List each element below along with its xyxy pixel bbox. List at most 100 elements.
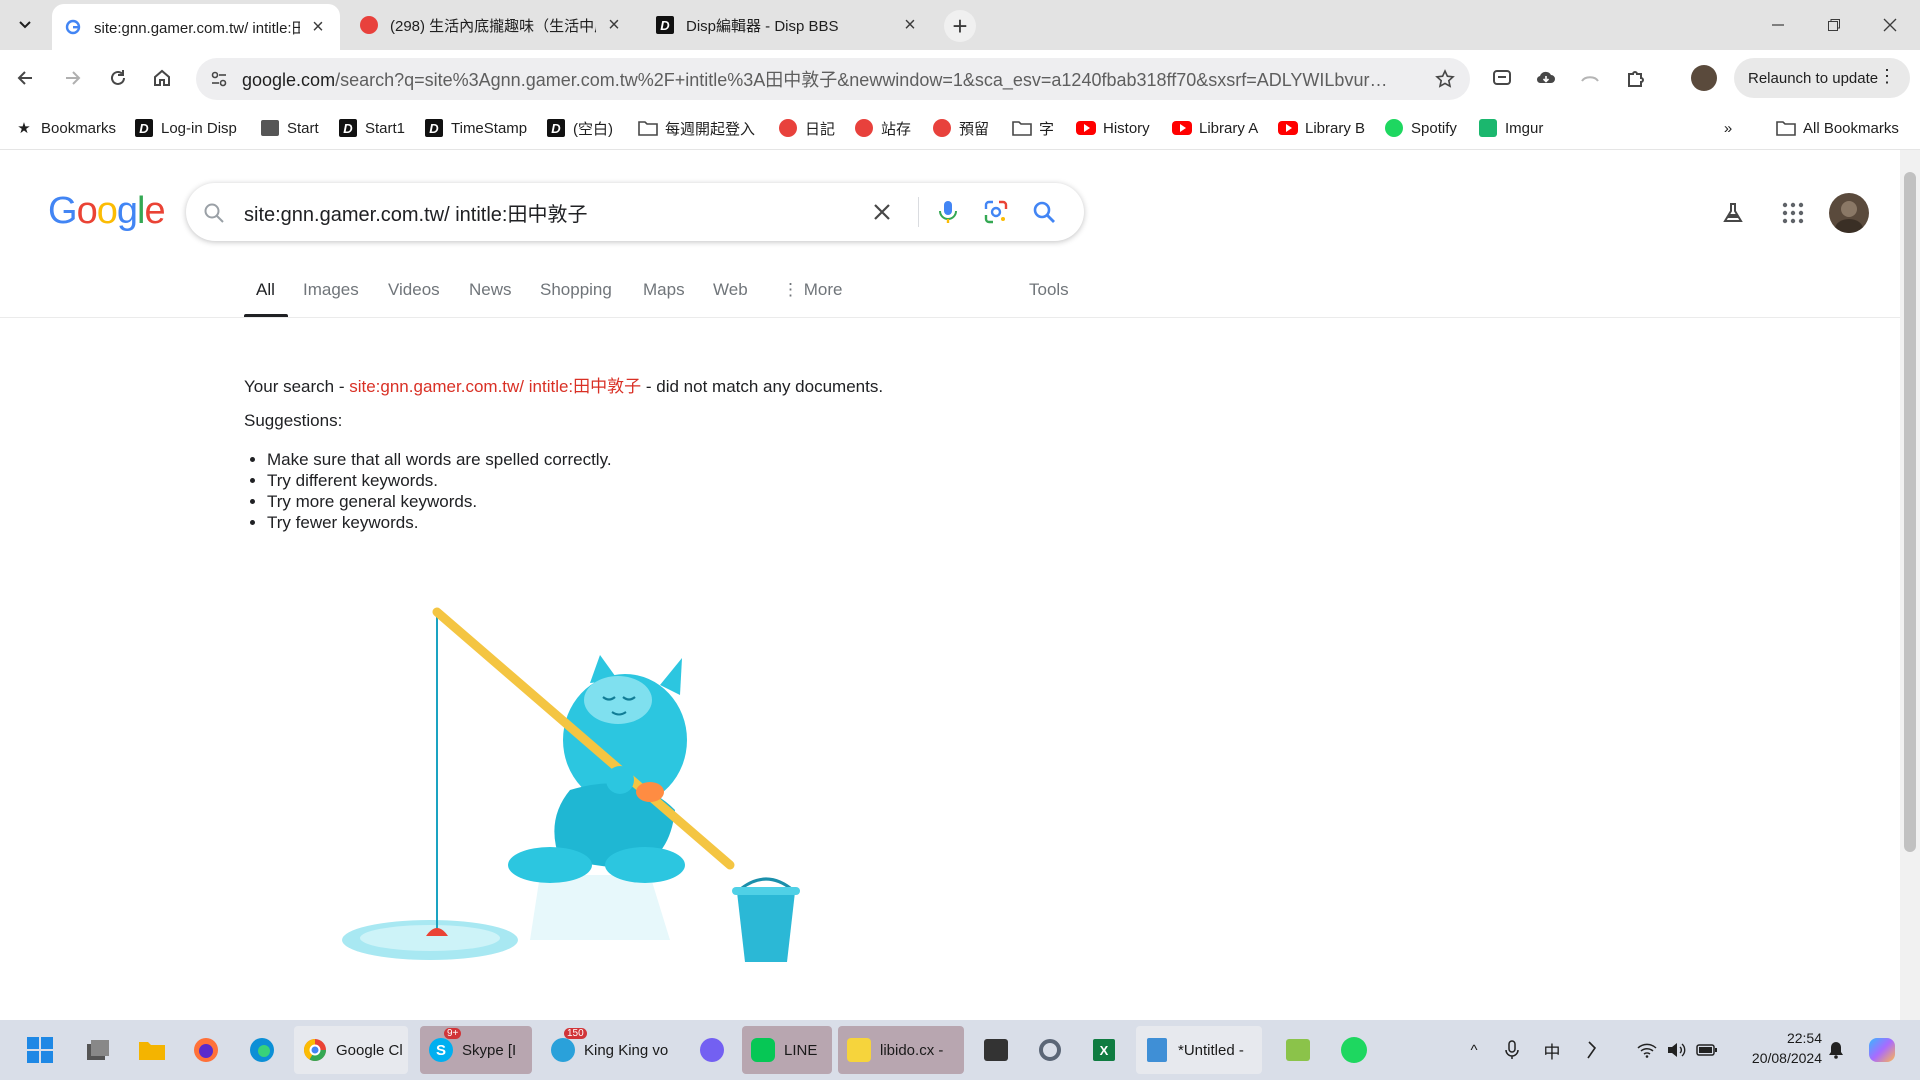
tab-images[interactable]: Images: [303, 280, 359, 300]
taskbar-image-app[interactable]: [1278, 1026, 1318, 1074]
volume-status[interactable]: [1664, 1026, 1690, 1074]
bookmark-item[interactable]: Spotify: [1384, 116, 1457, 140]
tab-shopping[interactable]: Shopping: [540, 280, 612, 300]
tab-all[interactable]: All: [256, 280, 275, 300]
minimize-button[interactable]: [1750, 0, 1806, 50]
bookmark-item[interactable]: Imgur: [1478, 116, 1543, 140]
taskbar-spotify[interactable]: [1334, 1026, 1374, 1074]
bookmark-folder[interactable]: 字: [1012, 116, 1054, 140]
address-bar[interactable]: google.com/search?q=site%3Agnn.gamer.com…: [196, 58, 1470, 100]
edge-button[interactable]: [242, 1026, 282, 1074]
extension-download-button[interactable]: [1530, 62, 1562, 94]
search-labs-button[interactable]: [1716, 196, 1750, 230]
tab-web[interactable]: Web: [713, 280, 748, 300]
taskbar-excel[interactable]: X: [1084, 1026, 1124, 1074]
taskbar-line[interactable]: LINE: [742, 1026, 832, 1074]
bookmark-item[interactable]: History: [1076, 116, 1150, 140]
clock-date: 20/08/2024: [1751, 1050, 1822, 1066]
bookmark-item[interactable]: Start: [260, 116, 319, 140]
taskbar-viber[interactable]: [692, 1026, 732, 1074]
battery-status[interactable]: [1694, 1026, 1720, 1074]
bookmark-item[interactable]: D TimeStamp: [424, 116, 527, 140]
bookmark-item[interactable]: 站存: [854, 116, 911, 140]
close-icon[interactable]: ×: [900, 14, 920, 36]
taskbar-clock[interactable]: 22:54 20/08/2024: [1732, 1028, 1822, 1068]
chat-icon: [1493, 70, 1511, 85]
bookmark-item[interactable]: D Log-in Disp: [134, 116, 237, 140]
ime-indicator[interactable]: 中: [1538, 1026, 1566, 1074]
start-button[interactable]: [20, 1026, 60, 1074]
close-icon[interactable]: ×: [308, 16, 328, 38]
bookmark-item[interactable]: 日記: [778, 116, 835, 140]
tab-search-button[interactable]: [10, 10, 40, 40]
taskbar-skype[interactable]: S Skype [I 9+: [420, 1026, 532, 1074]
line-icon: [748, 1035, 778, 1065]
site-info-icon[interactable]: [204, 64, 234, 94]
copilot-button[interactable]: [1862, 1026, 1902, 1074]
microphone-status[interactable]: [1498, 1026, 1526, 1074]
restore-button[interactable]: [1806, 0, 1862, 50]
firefox-button[interactable]: [186, 1026, 226, 1074]
taskbar-libido[interactable]: libido.cx -: [838, 1026, 964, 1074]
restore-icon: [1828, 19, 1840, 31]
task-view-button[interactable]: [78, 1026, 118, 1074]
file-explorer-button[interactable]: [132, 1026, 172, 1074]
microphone-icon[interactable]: [934, 198, 962, 226]
tools-button[interactable]: Tools: [1029, 280, 1069, 300]
extensions-button[interactable]: [1620, 62, 1652, 94]
bookmark-folder[interactable]: 每週開起登入: [638, 116, 755, 140]
bookmarks-overflow-button[interactable]: »: [1718, 116, 1745, 140]
relaunch-button[interactable]: Relaunch to update ⋮: [1734, 58, 1910, 98]
profile-button[interactable]: [1688, 62, 1720, 94]
forward-button[interactable]: [56, 62, 88, 94]
disp-icon: D: [338, 118, 358, 138]
tab-google-search[interactable]: site:gnn.gamer.com.tw/ intitle:田中敦子 ×: [52, 4, 340, 50]
taskbar-settings[interactable]: [1030, 1026, 1070, 1074]
search-submit-icon[interactable]: [1030, 198, 1058, 226]
bookmark-item[interactable]: D (空白): [546, 116, 613, 140]
bookmark-item[interactable]: Library A: [1172, 116, 1258, 140]
tab-disp[interactable]: D Disp編輯器 - Disp BBS ×: [644, 7, 932, 43]
taskbar-telegram[interactable]: King King vo 150: [542, 1026, 674, 1074]
notification-badge: 150: [564, 1028, 587, 1039]
notifications-button[interactable]: [1824, 1026, 1848, 1074]
account-avatar[interactable]: [1829, 193, 1869, 233]
bookmark-item[interactable]: 預留: [932, 116, 989, 140]
google-lens-icon[interactable]: [982, 198, 1010, 226]
new-tab-button[interactable]: +: [944, 10, 976, 42]
skype-icon: S: [426, 1035, 456, 1065]
search-input[interactable]: site:gnn.gamer.com.tw/ intitle:田中敦子: [244, 198, 587, 227]
google-apps-button[interactable]: [1776, 196, 1810, 230]
page-scrollbar[interactable]: [1900, 150, 1920, 1020]
youtube-icon: [1076, 118, 1096, 138]
taskbar-notepad[interactable]: *Untitled -: [1136, 1026, 1262, 1074]
taskbar-video-editor[interactable]: [976, 1026, 1016, 1074]
all-bookmarks-button[interactable]: All Bookmarks: [1776, 116, 1899, 140]
back-button[interactable]: [10, 62, 42, 94]
close-window-button[interactable]: [1862, 0, 1918, 50]
result-query: site:gnn.gamer.com.tw/ intitle:田中敦子: [349, 377, 642, 396]
tab-news[interactable]: News: [469, 280, 512, 300]
bookmark-item[interactable]: ★ Bookmarks: [14, 116, 116, 140]
bookmark-star-icon[interactable]: [1430, 64, 1460, 94]
bookmark-item[interactable]: Library B: [1278, 116, 1365, 140]
system-tray-expand[interactable]: ^: [1460, 1026, 1488, 1074]
home-button[interactable]: [146, 62, 178, 94]
reload-button[interactable]: [102, 62, 134, 94]
search-box[interactable]: site:gnn.gamer.com.tw/ intitle:田中敦子: [186, 183, 1084, 241]
clear-search-button[interactable]: [868, 198, 896, 226]
ime-mode[interactable]: [1578, 1026, 1606, 1074]
bookmark-item[interactable]: D Start1: [338, 116, 405, 140]
scrollbar-thumb[interactable]: [1904, 172, 1916, 852]
tab-more[interactable]: ⋮ More: [782, 280, 842, 300]
google-logo[interactable]: Google: [48, 190, 166, 233]
extension-misc-button[interactable]: [1574, 62, 1606, 94]
fishing-monster-illustration: [342, 607, 800, 962]
close-icon[interactable]: ×: [604, 14, 624, 36]
tab-maps[interactable]: Maps: [643, 280, 685, 300]
tab-videos[interactable]: Videos: [388, 280, 440, 300]
tab-plurk[interactable]: (298) 生活內底攏趣味（生活中處處是趣味 ×: [348, 7, 636, 43]
taskbar-chrome[interactable]: Google Cl: [294, 1026, 408, 1074]
extension-chat-button[interactable]: [1486, 62, 1518, 94]
wifi-status[interactable]: [1634, 1026, 1660, 1074]
